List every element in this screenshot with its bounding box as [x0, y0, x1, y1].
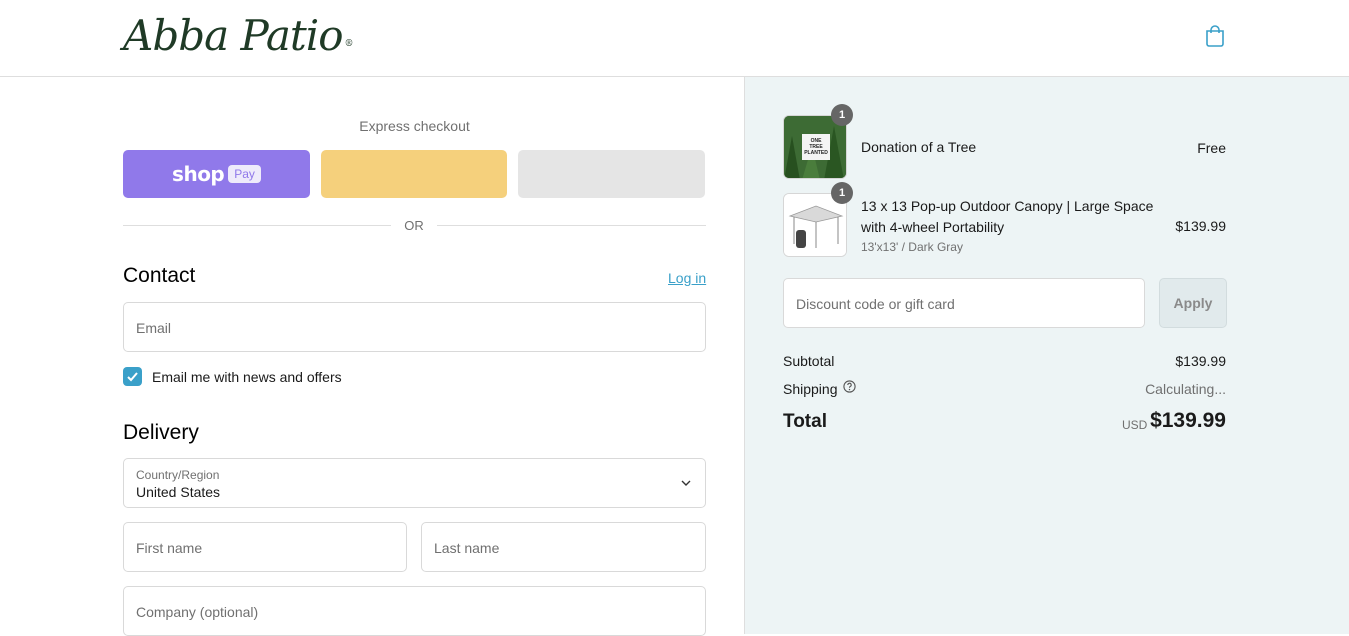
country-select[interactable]: Country/Region United States	[123, 458, 706, 508]
first-name-placeholder: First name	[136, 540, 203, 556]
shipping-value: Calculating...	[1145, 381, 1226, 397]
express-checkout-label: Express checkout	[359, 118, 470, 134]
email-placeholder: Email	[136, 320, 172, 336]
country-label: Country/Region	[136, 468, 220, 482]
first-name-field[interactable]: First name	[123, 522, 407, 572]
shop-pay-button[interactable]: shop Pay	[123, 150, 310, 198]
company-field[interactable]: Company (optional)	[123, 586, 706, 636]
company-placeholder: Company (optional)	[136, 604, 259, 620]
total-label: Total	[783, 411, 827, 432]
discount-placeholder: Discount code or gift card	[796, 296, 955, 312]
login-link[interactable]: Log in	[668, 270, 706, 286]
delivery-heading: Delivery	[123, 421, 199, 444]
subtotal-value: $139.99	[1175, 353, 1226, 369]
shop-pay-pill: Pay	[228, 165, 261, 183]
quantity-badge: 1	[831, 182, 853, 204]
or-divider-right	[437, 225, 706, 226]
item-variant: 13'x13' / Dark Gray	[861, 240, 963, 254]
item-price: $139.99	[1175, 218, 1226, 234]
tree-thumb-text: ONE TREE PLANTED	[804, 138, 828, 156]
item-title-line2: with 4-wheel Portability	[861, 219, 1005, 235]
shop-pay-logo: shop Pay	[123, 162, 310, 186]
country-value: United States	[136, 484, 221, 500]
or-divider-left	[123, 225, 391, 226]
logo-text: Abba Patio	[123, 11, 344, 60]
total-currency: USD	[1122, 418, 1148, 432]
last-name-placeholder: Last name	[434, 540, 500, 556]
shopping-bag-icon[interactable]	[1204, 24, 1226, 48]
header: Abba Patio ®	[0, 0, 1349, 77]
google-pay-button[interactable]	[518, 150, 705, 198]
or-divider-text: OR	[404, 218, 424, 233]
logo-registered-mark: ®	[344, 39, 354, 49]
newsletter-label: Email me with news and offers	[152, 369, 342, 385]
paypal-button[interactable]	[321, 150, 507, 198]
store-logo[interactable]: Abba Patio ®	[123, 11, 354, 60]
shipping-label: Shipping	[783, 381, 838, 397]
item-price: Free	[1197, 140, 1226, 156]
shop-pay-word: shop	[172, 162, 225, 186]
discount-code-input[interactable]: Discount code or gift card	[783, 278, 1145, 328]
newsletter-checkbox[interactable]	[123, 367, 142, 386]
checkmark-icon	[127, 372, 138, 382]
item-title-line1: 13 x 13 Pop-up Outdoor Canopy | Large Sp…	[861, 198, 1154, 214]
item-title: Donation of a Tree	[861, 139, 977, 155]
chevron-down-icon	[681, 480, 691, 486]
subtotal-label: Subtotal	[783, 353, 835, 369]
email-field[interactable]: Email	[123, 302, 706, 352]
help-circle-icon[interactable]	[843, 380, 856, 393]
contact-heading: Contact	[123, 264, 196, 287]
total-amount: $139.99	[1150, 409, 1226, 432]
apply-discount-button[interactable]: Apply	[1159, 278, 1227, 328]
last-name-field[interactable]: Last name	[421, 522, 706, 572]
quantity-badge: 1	[831, 104, 853, 126]
